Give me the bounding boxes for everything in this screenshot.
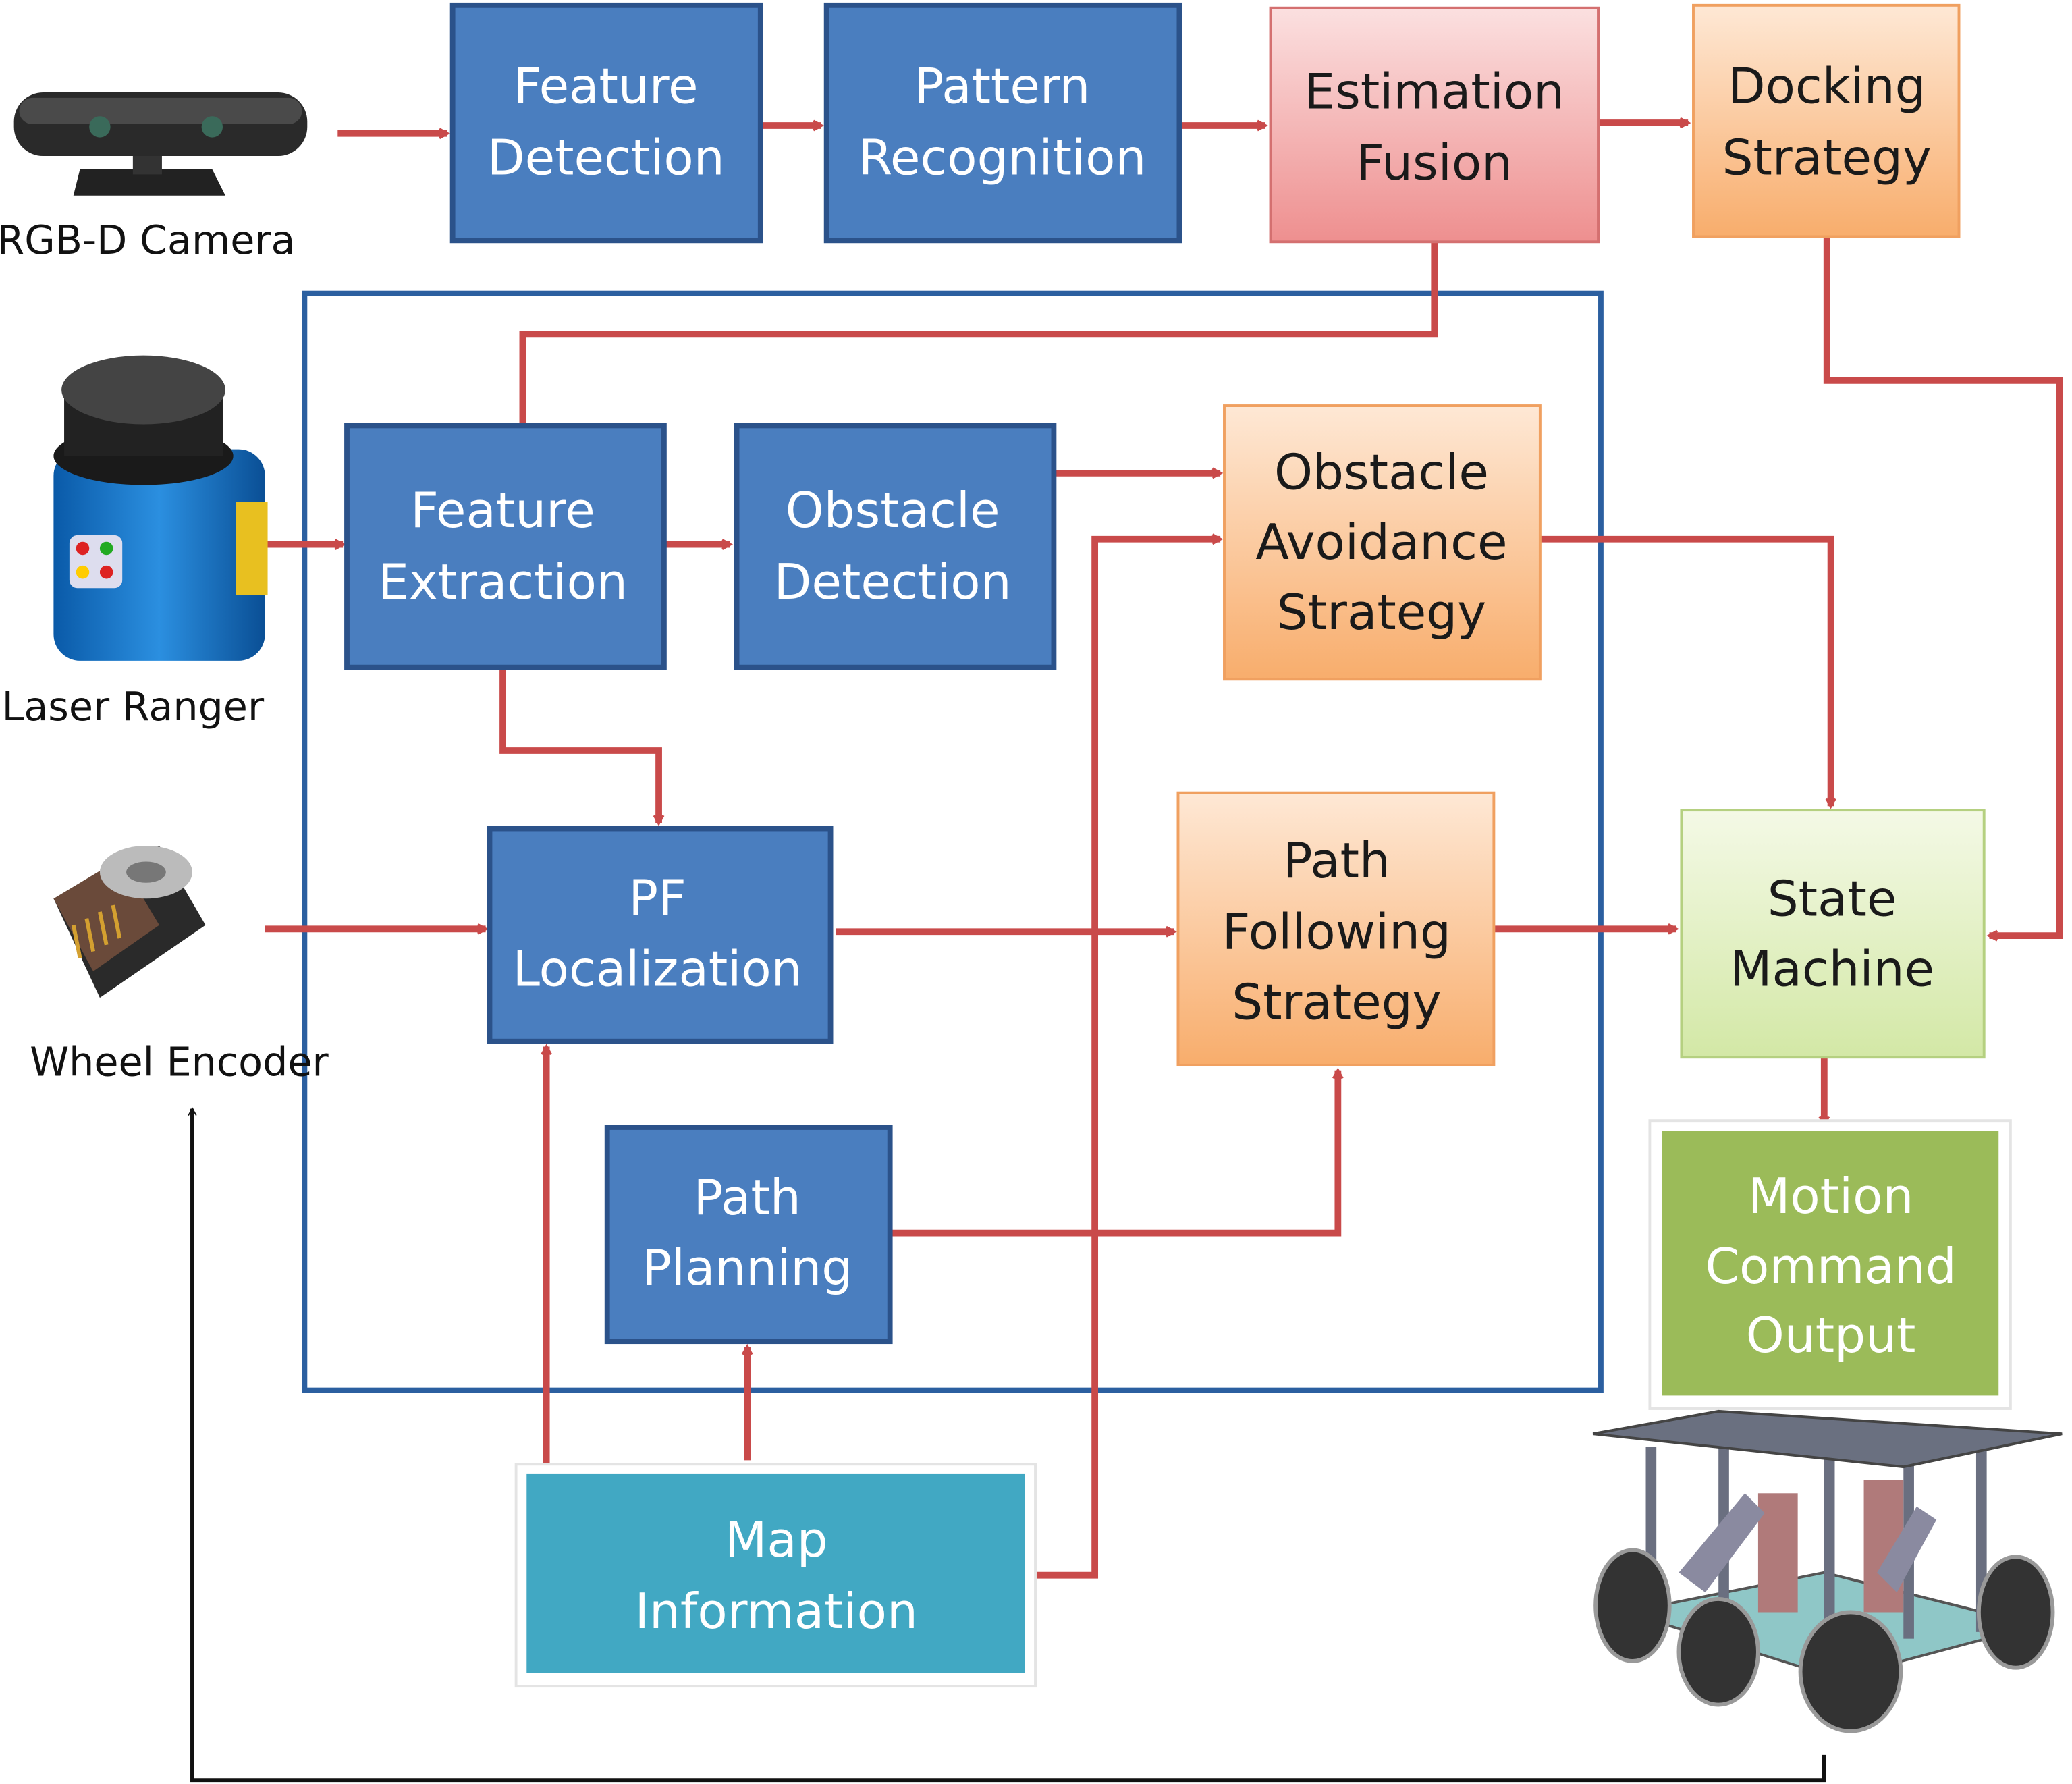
box-text: Strategy <box>1277 585 1486 641</box>
box-text: Planning <box>642 1240 852 1297</box>
box-pf-localization: PF Localization <box>487 826 834 1044</box>
box-text: Localization <box>513 942 802 998</box>
box-feature-extraction: Feature Extraction <box>344 423 667 670</box>
camera-label: RGB-D Camera <box>0 217 295 263</box>
box-estimation-fusion: Estimation Fusion <box>1269 6 1600 244</box>
box-text: Path <box>694 1170 801 1226</box>
box-obstacle-detection: Obstacle Detection <box>734 423 1057 670</box>
box-text: Feature <box>410 483 595 539</box>
box-obstacle-avoidance-strategy: Obstacle Avoidance Strategy <box>1223 404 1542 681</box>
box-text: Obstacle <box>1274 444 1489 501</box>
box-text: Motion <box>1748 1168 1914 1225</box>
rgbd-camera-image <box>13 92 308 196</box>
box-feature-detection: Feature Detection <box>449 2 763 244</box>
box-text: Avoidance <box>1255 514 1507 571</box>
box-text: PF <box>628 870 686 927</box>
box-text: Extraction <box>378 554 628 611</box>
box-path-following-strategy: Path Following Strategy <box>1176 791 1496 1066</box>
box-docking-strategy: Docking Strategy <box>1692 3 1961 238</box>
box-text: Detection <box>487 130 725 186</box>
box-path-planning: Path Planning <box>604 1125 893 1345</box>
box-text: State <box>1768 871 1897 928</box>
box-text: Estimation <box>1304 64 1564 121</box>
box-state-machine: State Machine <box>1680 809 1986 1059</box>
box-motion-command-output: Motion Command Output <box>1648 1119 2012 1410</box>
box-text: Information <box>635 1584 918 1640</box>
arrow-fusion-to-feature-extraction <box>519 242 1438 426</box>
laser-label: Laser Ranger <box>2 683 265 730</box>
box-text: Detection <box>774 554 1012 611</box>
box-text: Pattern <box>915 59 1091 115</box>
mobile-robot-image <box>1592 1409 2063 1733</box>
arrow-avoidance-to-state-machine <box>1539 535 1836 809</box>
box-text: Path <box>1283 833 1390 890</box>
box-pattern-recognition: Pattern Recognition <box>823 2 1182 244</box>
box-text: Docking <box>1728 59 1926 115</box>
box-text: Map <box>725 1512 828 1569</box>
system-diagram: Feature Detection Pattern Recognition Es… <box>0 2 2063 1783</box>
box-text: Strategy <box>1722 130 1932 186</box>
box-text: Recognition <box>858 130 1146 186</box>
box-map-information: Map Information <box>514 1463 1037 1688</box>
arrow-planning-to-path-following <box>890 1067 1344 1237</box>
box-text: Strategy <box>1232 974 1441 1031</box>
box-text: Command <box>1705 1239 1956 1295</box>
wheel-encoder-image <box>53 845 206 998</box>
box-text: Fusion <box>1356 135 1512 192</box>
box-text: Feature <box>514 59 699 115</box>
encoder-label: Wheel Encoder <box>30 1039 329 1085</box>
box-text: Obstacle <box>786 483 1000 539</box>
box-text: Following <box>1222 904 1451 961</box>
box-text: Machine <box>1730 942 1934 998</box>
arrow-extraction-to-pf <box>499 667 665 826</box>
laser-ranger-image <box>53 355 268 661</box>
box-text: Output <box>1746 1307 1916 1364</box>
